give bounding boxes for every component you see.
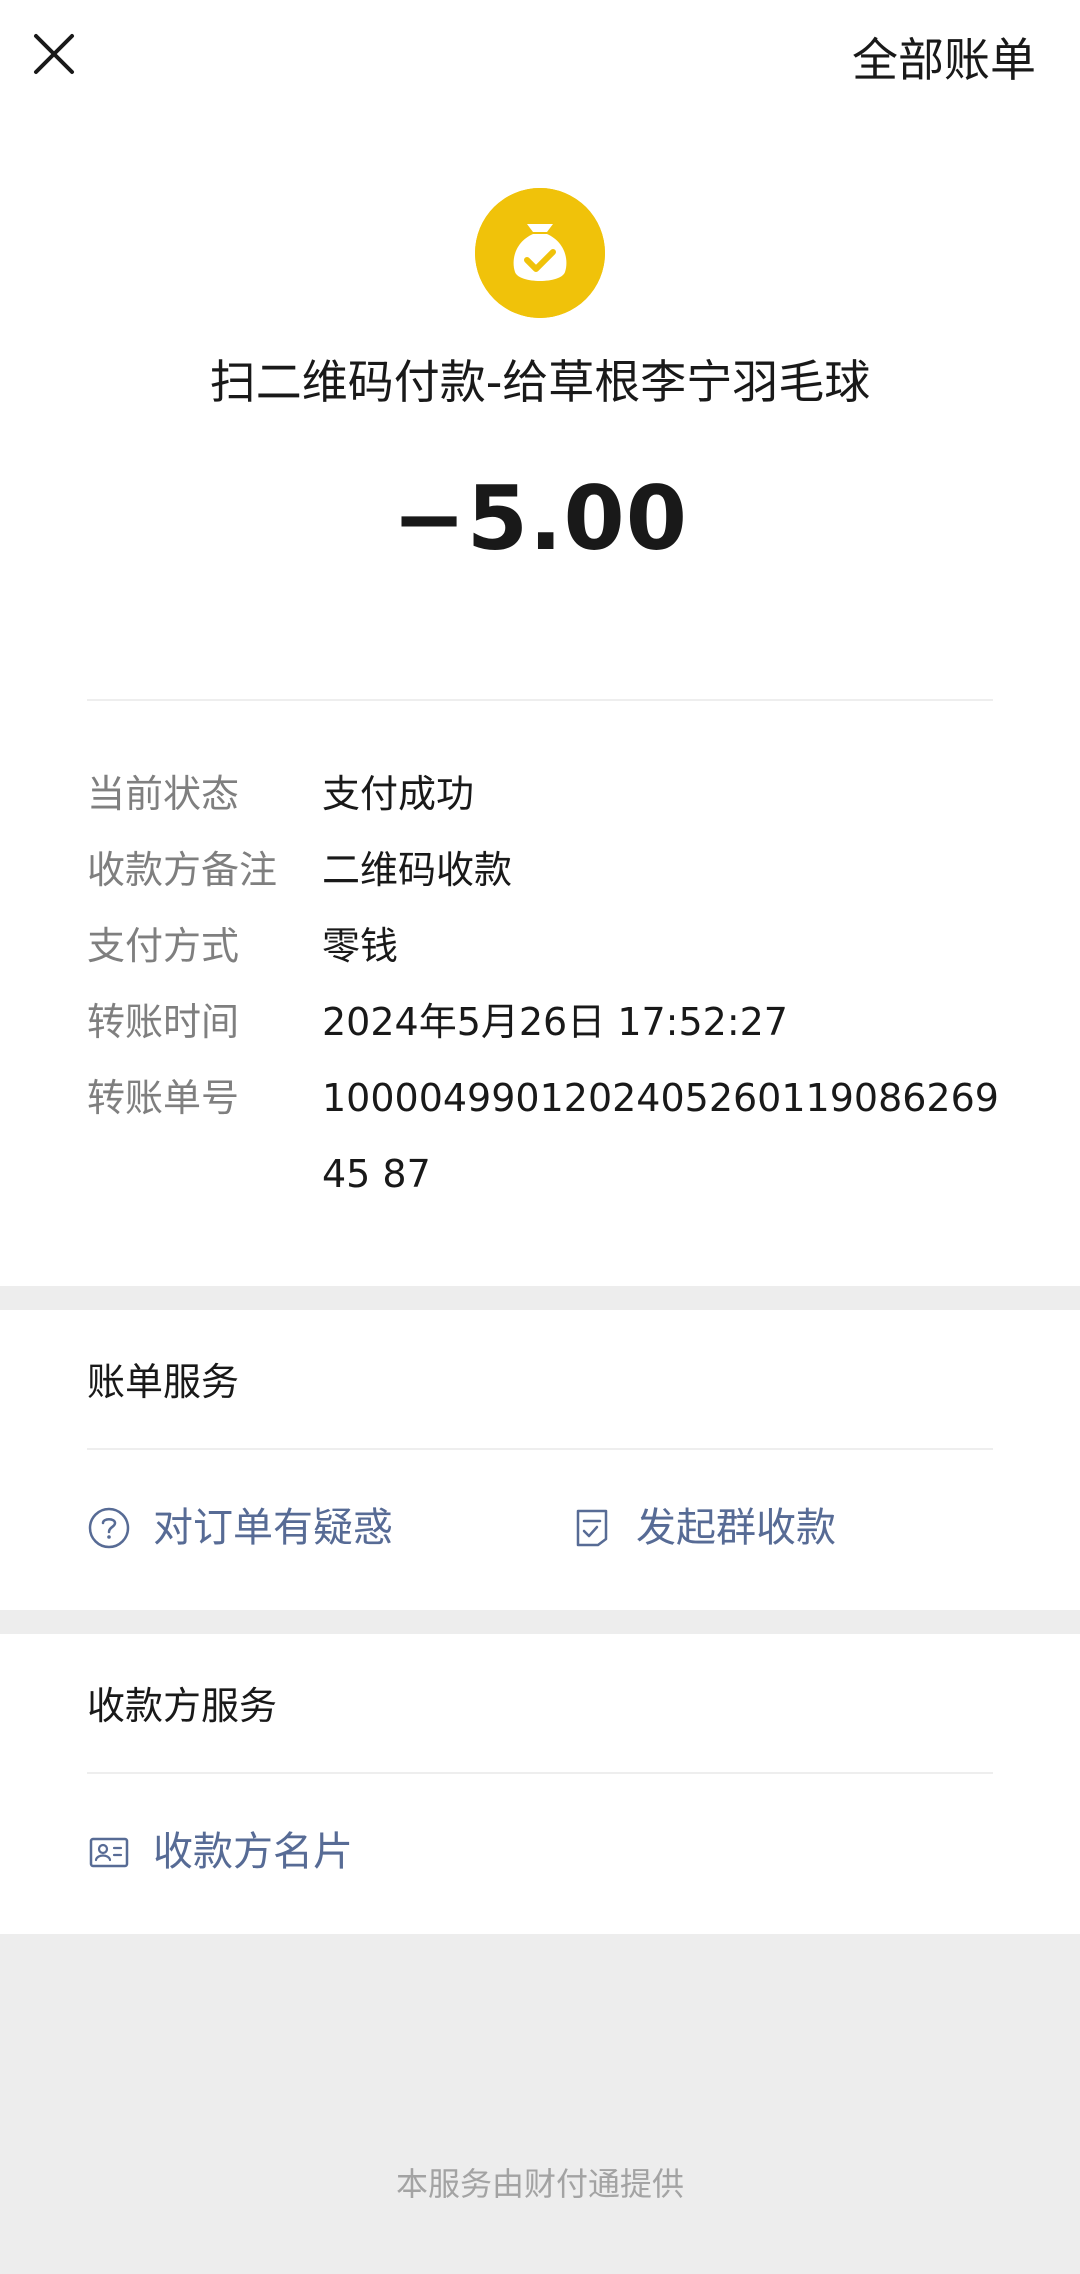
document-check-icon: [570, 1506, 614, 1550]
service-label: 收款方名片: [153, 1829, 353, 1875]
detail-row-payment-method: 支付方式 零钱: [87, 908, 1007, 984]
section-title: 收款方服务: [87, 1684, 278, 1728]
all-bills-link[interactable]: 全部账单: [852, 30, 1036, 90]
detail-row-transfer-time: 转账时间 2024年5月26日 17:52:27: [87, 984, 1007, 1060]
contact-card-icon: [87, 1830, 131, 1874]
section-gap: [0, 1286, 1080, 1310]
divider: [87, 1448, 993, 1450]
section-gap: [0, 1610, 1080, 1634]
transaction-card: 扫二维码付款-给草根李宁羽毛球 −5.00 当前状态 支付成功 收款方备注 二维…: [0, 124, 1080, 1286]
group-collection-link[interactable]: 发起群收款: [570, 1496, 836, 1560]
detail-label: 支付方式: [87, 924, 240, 968]
detail-value: 零钱: [322, 924, 399, 968]
bill-services-section: 账单服务 对订单有疑惑 发起群收款: [0, 1310, 1080, 1610]
transaction-amount: −5.00: [392, 467, 688, 570]
money-bag-check-icon: [475, 188, 605, 318]
section-title: 账单服务: [87, 1360, 240, 1404]
detail-label: 转账时间: [87, 1000, 240, 1044]
detail-row-payee-note: 收款方备注 二维码收款: [87, 832, 1007, 908]
detail-row-transfer-number: 转账单号 100004990120240526011908626945 87: [87, 1060, 1007, 1212]
detail-label: 当前状态: [87, 772, 240, 816]
order-question-link[interactable]: 对订单有疑惑: [87, 1496, 393, 1560]
detail-value: 2024年5月26日 17:52:27: [322, 1000, 788, 1044]
footer-provider-note: 本服务由财付通提供: [395, 2165, 684, 2203]
service-label: 发起群收款: [636, 1505, 836, 1551]
divider: [87, 1772, 993, 1774]
detail-label: 收款方备注: [87, 848, 278, 892]
transaction-title: 扫二维码付款-给草根李宁羽毛球: [209, 355, 871, 409]
top-bar: 全部账单: [0, 0, 1080, 124]
detail-value[interactable]: 100004990120240526011908626945 87: [322, 1060, 1002, 1212]
question-circle-icon: [87, 1506, 131, 1550]
service-label: 对订单有疑惑: [153, 1505, 393, 1551]
detail-label: 转账单号: [87, 1076, 240, 1120]
detail-value: 二维码收款: [322, 848, 513, 892]
payee-card-link[interactable]: 收款方名片: [87, 1820, 353, 1884]
detail-row-status: 当前状态 支付成功: [87, 756, 1007, 832]
close-icon[interactable]: [26, 26, 82, 82]
divider: [87, 699, 993, 701]
payee-services-section: 收款方服务 收款方名片: [0, 1634, 1080, 1934]
detail-value: 支付成功: [322, 772, 475, 816]
